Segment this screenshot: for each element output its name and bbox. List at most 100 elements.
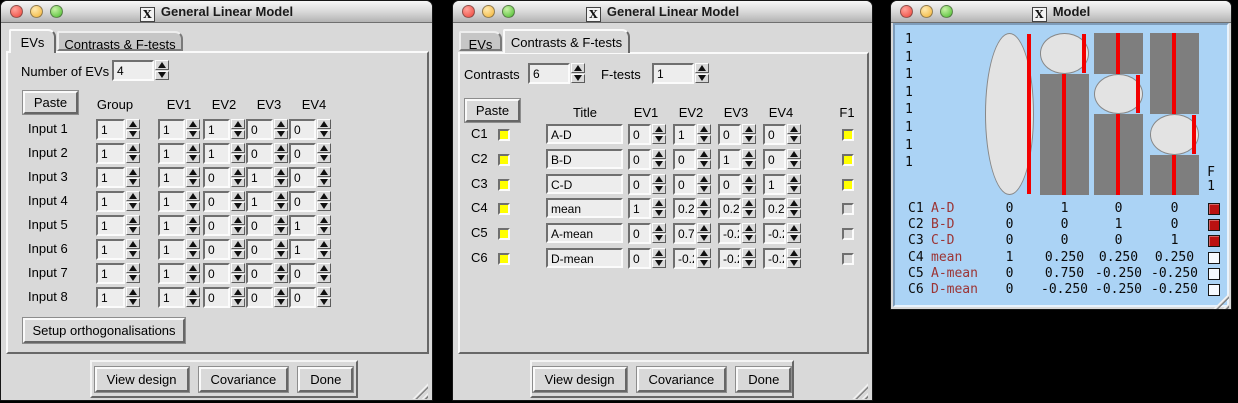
- spin-entry[interactable]: 0: [289, 143, 316, 164]
- spin-up-button[interactable]: [317, 119, 331, 129]
- spin-up-button[interactable]: [231, 167, 245, 177]
- spin-down-button[interactable]: [317, 226, 331, 236]
- spin-up-button[interactable]: [126, 119, 140, 129]
- contrast-title-entry[interactable]: B-D: [546, 149, 623, 169]
- spin-down-button[interactable]: [126, 274, 140, 284]
- spin-down-button[interactable]: [697, 185, 711, 195]
- tab-contrasts-ftests[interactable]: Contrasts & F-tests: [503, 29, 630, 53]
- spin-down-button[interactable]: [186, 250, 200, 260]
- spin-up-button[interactable]: [274, 215, 288, 225]
- covariance-button[interactable]: Covariance: [199, 367, 289, 392]
- spin-down-button[interactable]: [186, 226, 200, 236]
- spin-up-button[interactable]: [652, 248, 666, 258]
- spin-entry[interactable]: 0: [203, 263, 230, 284]
- spin-entry[interactable]: 0: [203, 239, 230, 260]
- ftest-membership-checkbox[interactable]: [842, 154, 854, 166]
- spin-up-button[interactable]: [186, 239, 200, 249]
- spin-up-button[interactable]: [571, 63, 585, 73]
- spin-up-button[interactable]: [274, 167, 288, 177]
- tab-evs[interactable]: EVs: [459, 31, 502, 51]
- spin-up-button[interactable]: [787, 198, 801, 208]
- spin-down-button[interactable]: [186, 154, 200, 164]
- spin-down-button[interactable]: [695, 74, 709, 84]
- spin-down-button[interactable]: [274, 178, 288, 188]
- spin-entry[interactable]: 0.75: [673, 223, 696, 244]
- spin-up-button[interactable]: [652, 174, 666, 184]
- spin-down-button[interactable]: [652, 185, 666, 195]
- spin-up-button[interactable]: [317, 287, 331, 297]
- spin-up-button[interactable]: [231, 191, 245, 201]
- spin-down-button[interactable]: [652, 160, 666, 170]
- contrast-enable-checkbox[interactable]: [498, 253, 510, 265]
- spin-up-button[interactable]: [126, 263, 140, 273]
- spin-down-button[interactable]: [274, 250, 288, 260]
- spin-up-button[interactable]: [652, 223, 666, 233]
- spin-entry[interactable]: 0: [718, 174, 741, 195]
- spin-down-button[interactable]: [231, 202, 245, 212]
- spin-entry[interactable]: -0.2: [673, 248, 696, 269]
- spin-down-button[interactable]: [317, 130, 331, 140]
- spin-down-button[interactable]: [231, 274, 245, 284]
- spin-down-button[interactable]: [231, 298, 245, 308]
- spin-up-button[interactable]: [787, 149, 801, 159]
- spin-up-button[interactable]: [126, 167, 140, 177]
- spin-entry[interactable]: 0: [718, 124, 741, 145]
- spin-entry[interactable]: 0.25: [763, 198, 786, 219]
- spin-down-button[interactable]: [317, 202, 331, 212]
- spin-down-button[interactable]: [742, 259, 756, 269]
- resize-grip[interactable]: [411, 382, 428, 399]
- spin-down-button[interactable]: [231, 130, 245, 140]
- spin-entry[interactable]: 0: [628, 223, 651, 244]
- spin-entry[interactable]: 0: [673, 174, 696, 195]
- done-button[interactable]: Done: [736, 367, 791, 392]
- spin-down-button[interactable]: [652, 234, 666, 244]
- spin-up-button[interactable]: [787, 248, 801, 258]
- titlebar[interactable]: XGeneral Linear Model: [453, 1, 872, 23]
- spin-entry[interactable]: 1: [96, 239, 125, 260]
- spin-entry[interactable]: 1: [158, 167, 185, 188]
- spin-entry[interactable]: 0: [246, 143, 273, 164]
- contrast-title-entry[interactable]: D-mean: [546, 248, 623, 268]
- spin-entry[interactable]: 0: [246, 287, 273, 308]
- spin-up-button[interactable]: [787, 174, 801, 184]
- spin-up-button[interactable]: [742, 198, 756, 208]
- spin-entry[interactable]: 0: [246, 215, 273, 236]
- spin-down-button[interactable]: [126, 154, 140, 164]
- spin-down-button[interactable]: [571, 74, 585, 84]
- spin-entry[interactable]: 0: [246, 119, 273, 140]
- spin-up-button[interactable]: [742, 149, 756, 159]
- spin-up-button[interactable]: [742, 174, 756, 184]
- spin-entry[interactable]: 0: [289, 191, 316, 212]
- spin-entry[interactable]: 0: [628, 174, 651, 195]
- spin-down-button[interactable]: [697, 160, 711, 170]
- spin-up-button[interactable]: [231, 263, 245, 273]
- spin-down-button[interactable]: [274, 298, 288, 308]
- spin-down-button[interactable]: [742, 135, 756, 145]
- spin-entry[interactable]: 0: [203, 167, 230, 188]
- spin-entry[interactable]: 1: [96, 119, 125, 140]
- contrast-enable-checkbox[interactable]: [498, 228, 510, 240]
- spin-entry[interactable]: 1: [289, 215, 316, 236]
- spin-up-button[interactable]: [274, 239, 288, 249]
- spin-down-button[interactable]: [742, 185, 756, 195]
- spin-down-button[interactable]: [155, 71, 169, 81]
- covariance-button[interactable]: Covariance: [637, 367, 727, 392]
- spin-entry[interactable]: 0: [289, 263, 316, 284]
- spin-up-button[interactable]: [317, 215, 331, 225]
- spin-up-button[interactable]: [274, 263, 288, 273]
- spin-entry[interactable]: -0.2: [718, 248, 741, 269]
- spin-down-button[interactable]: [317, 298, 331, 308]
- spin-up-button[interactable]: [695, 63, 709, 73]
- spin-down-button[interactable]: [787, 234, 801, 244]
- spin-up-button[interactable]: [186, 215, 200, 225]
- spin-up-button[interactable]: [231, 143, 245, 153]
- spin-entry[interactable]: 0: [763, 149, 786, 170]
- spin-entry[interactable]: 1: [96, 191, 125, 212]
- ftest-membership-checkbox[interactable]: [842, 129, 854, 141]
- ftest-membership-checkbox[interactable]: [842, 179, 854, 191]
- resize-grip[interactable]: [851, 382, 868, 399]
- spin-entry[interactable]: -0.2: [763, 248, 786, 269]
- spin-entry[interactable]: 1: [718, 149, 741, 170]
- spin-up-button[interactable]: [652, 149, 666, 159]
- spin-down-button[interactable]: [697, 209, 711, 219]
